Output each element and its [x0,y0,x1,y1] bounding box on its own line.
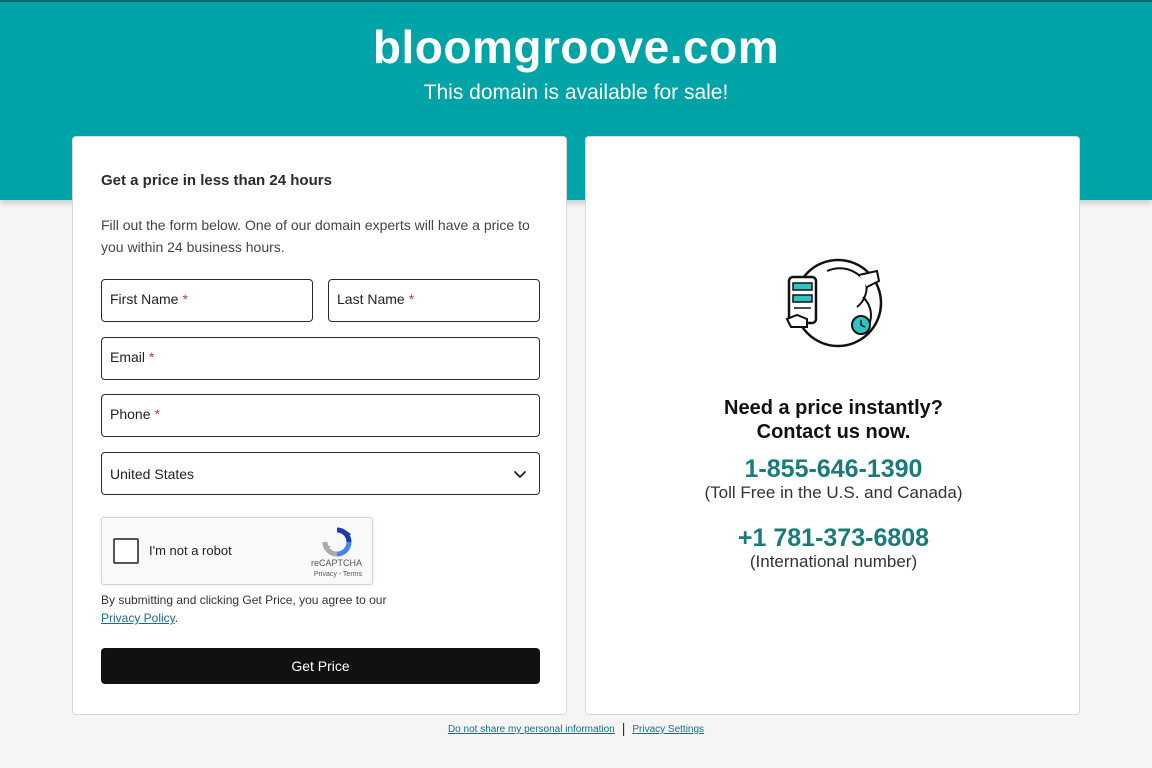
required-marker: * [149,349,155,365]
recaptcha-widget: I'm not a robot reCAPTCHA Privacy - Term… [101,517,373,585]
form-description: Fill out the form below. One of our doma… [101,217,530,255]
last-name-field[interactable]: Last Name * [328,279,540,322]
phone-support-icon [785,258,883,348]
legal-end: . [174,611,179,625]
email-label: Email [110,349,146,365]
recaptcha-checkbox[interactable] [113,538,139,564]
form-heading: Get a price in less than 24 hours [101,172,332,189]
legal-text: By submitting and clicking Get Price, yo… [101,593,387,607]
instant-price-line2: Contact us now. [756,421,911,443]
footer-links: Do not share my personal information | Pri… [0,720,1152,736]
recaptcha-terms[interactable]: Privacy - Terms [314,571,362,578]
international-phone-link[interactable]: +1 781-373-6808 [586,524,1081,553]
last-name-label: Last Name [337,291,405,307]
instant-price-heading: Need a price instantly? Contact us now. [586,396,1081,444]
email-field[interactable]: Email * [101,337,540,380]
domain-title: bloomgroove.com [372,21,780,73]
legal-notice: By submitting and clicking Get Price, yo… [101,591,421,627]
do-not-share-link[interactable]: Do not share my personal information [448,724,615,735]
sale-subtitle: This domain is available for sale! [423,81,729,104]
recaptcha-brand: reCAPTCHA [310,558,362,568]
phone-label: Phone [110,406,151,422]
required-marker: * [408,291,415,307]
tollfree-note: (Toll Free in the U.S. and Canada) [704,483,963,502]
country-select[interactable]: United States [101,452,540,495]
phone-field[interactable]: Phone * [101,394,540,437]
instant-price-line1: Need a price instantly? [724,397,943,419]
country-selected-value: United States [110,466,195,482]
recaptcha-logo-icon [322,527,352,557]
required-marker: * [182,291,188,307]
chevron-down-icon [514,471,526,478]
first-name-field[interactable]: First Name * [101,279,313,322]
privacy-policy-link[interactable]: Privacy Policy [101,611,175,625]
first-name-label: First Name [110,291,179,307]
required-marker: * [154,406,160,422]
footer-separator: | [621,720,626,736]
international-note: (International number) [749,552,918,571]
privacy-settings-link[interactable]: Privacy Settings [632,724,704,735]
get-price-button[interactable]: Get Price [101,648,540,684]
recaptcha-label: I'm not a robot [149,543,232,558]
price-form-card: Get a price in less than 24 hours Fill o… [72,136,567,715]
tollfree-phone-link[interactable]: 1-855-646-1390 [586,455,1081,484]
contact-card: Need a price instantly? Contact us now. … [585,136,1080,715]
